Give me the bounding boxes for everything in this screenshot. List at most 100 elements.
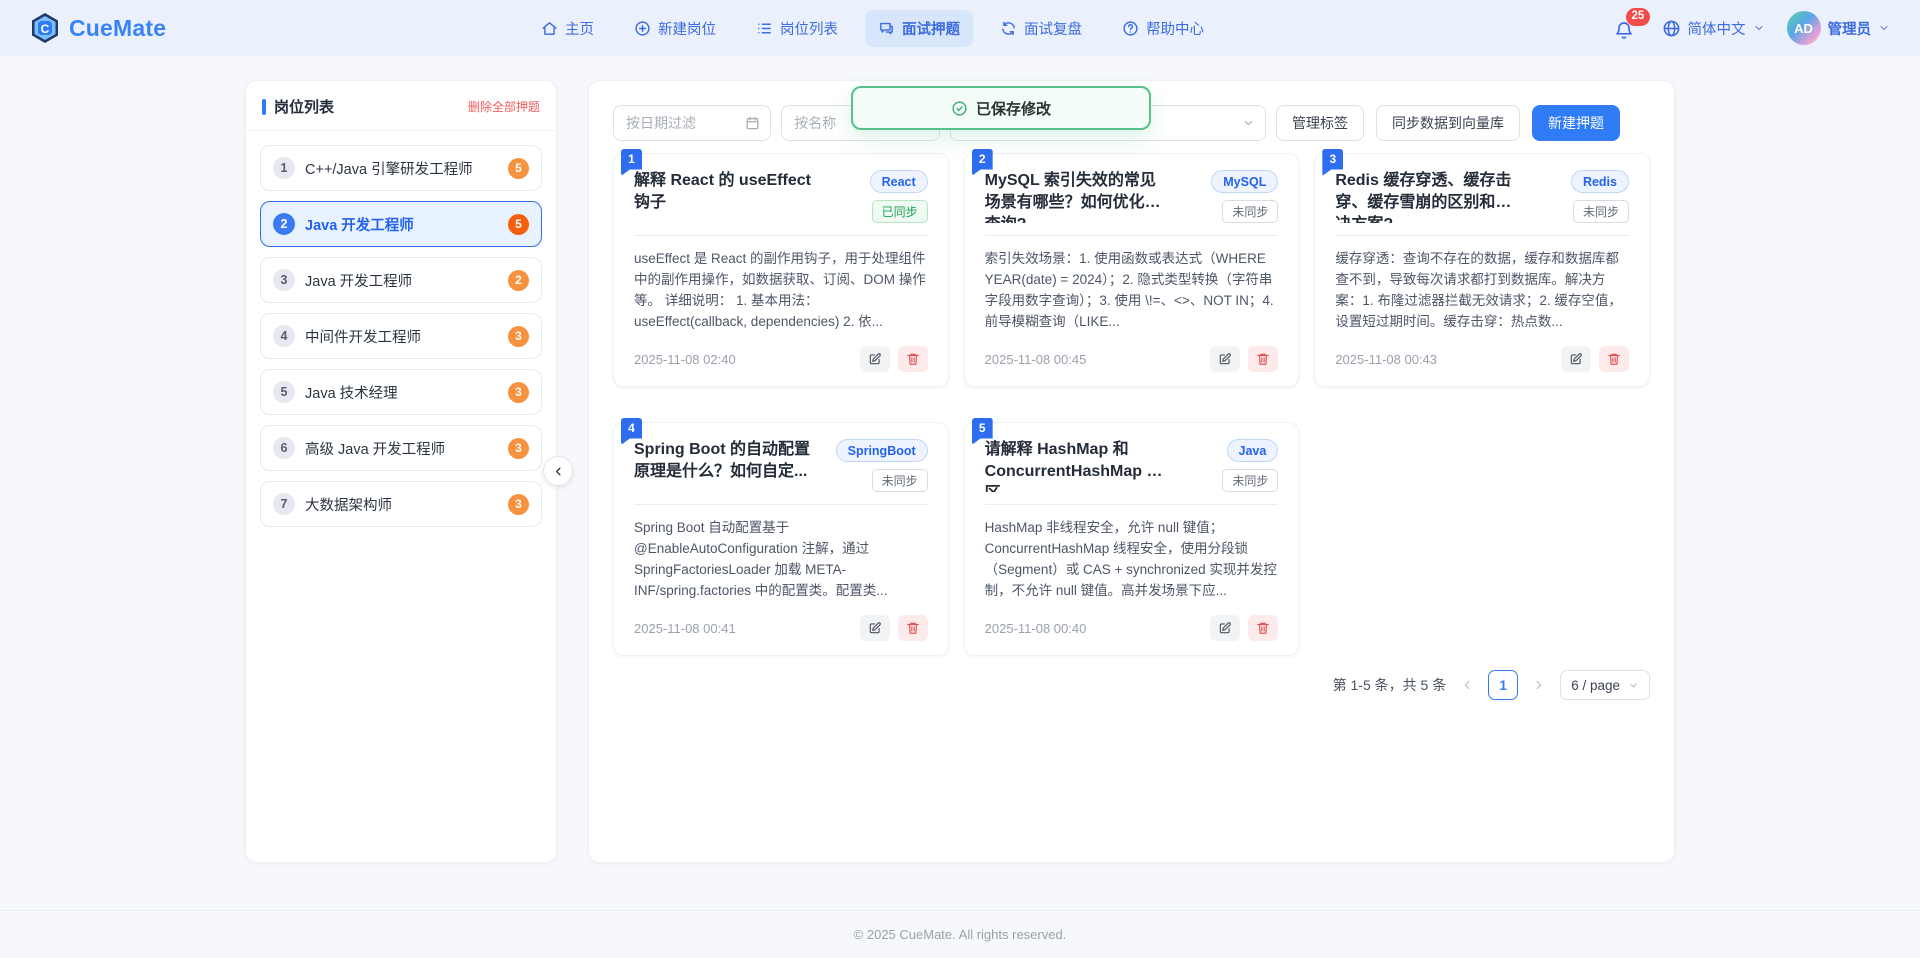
card-actions [1210, 615, 1278, 641]
edit-question-button[interactable] [1561, 346, 1591, 372]
job-list-title: 岗位列表 [274, 96, 334, 117]
nav-item-interview-questions[interactable]: 面试押题 [865, 10, 973, 47]
question-count-badge: 3 [508, 438, 529, 459]
question-card-grid: 1 解释 React 的 useEffect 钩子 React 已同步 useE… [613, 153, 1650, 656]
card-actions [860, 615, 928, 641]
nav-label: 主页 [565, 18, 594, 39]
page-number-button[interactable]: 1 [1488, 670, 1518, 700]
navbar-right: 25 简体中文 AD 管理员 [1614, 11, 1891, 45]
job-list-item[interactable]: 2 Java 开发工程师 5 [260, 201, 542, 247]
job-list-item[interactable]: 6 高级 Java 开发工程师 3 [260, 425, 542, 471]
question-pills: MySQL 未同步 [1174, 170, 1278, 223]
svg-text:C: C [41, 22, 50, 36]
job-index-badge: 6 [273, 437, 295, 459]
nav-label: 岗位列表 [780, 18, 838, 39]
pagination-summary: 第 1-5 条，共 5 条 [1333, 675, 1447, 695]
job-index-badge: 7 [273, 493, 295, 515]
tag-badge: React [870, 170, 928, 193]
edit-question-button[interactable] [1210, 346, 1240, 372]
sidebar-collapse-button[interactable] [543, 456, 573, 486]
delete-question-button[interactable] [1599, 346, 1629, 372]
nav-item-interview-review[interactable]: 面试复盘 [987, 10, 1095, 47]
notification-count-badge: 25 [1626, 8, 1651, 27]
card-divider [985, 235, 1279, 236]
question-count-badge: 5 [508, 158, 529, 179]
delete-all-questions-link[interactable]: 删除全部押题 [468, 98, 540, 115]
manage-tags-button[interactable]: 管理标签 [1276, 105, 1364, 141]
trash-icon [906, 621, 920, 635]
job-title-label: Java 技术经理 [305, 382, 398, 403]
question-title: 解释 React 的 useEffect 钩子 [634, 170, 814, 223]
question-count-badge: 2 [508, 270, 529, 291]
job-index-badge: 5 [273, 381, 295, 403]
job-list-item[interactable]: 3 Java 开发工程师 2 [260, 257, 542, 303]
question-card-footer: 2025-11-08 00:43 [1335, 332, 1629, 372]
nav-item-help-center[interactable]: 帮助中心 [1109, 10, 1217, 47]
new-question-button[interactable]: 新建押题 [1532, 105, 1620, 141]
page-size-select[interactable]: 6 / page [1560, 670, 1650, 700]
question-card: 2 MySQL 索引失效的常见场景有哪些？如何优化慢查询? MySQL 未同步 … [964, 153, 1300, 387]
job-list-item[interactable]: 5 Java 技术经理 3 [260, 369, 542, 415]
card-divider [634, 235, 928, 236]
question-date: 2025-11-08 00:40 [985, 621, 1087, 636]
tag-badge: SpringBoot [836, 439, 928, 462]
nav-label: 面试押题 [902, 18, 960, 39]
trash-icon [1607, 352, 1621, 366]
refresh-icon [1000, 20, 1017, 37]
brand-logo[interactable]: C CueMate [30, 12, 166, 44]
edit-question-button[interactable] [860, 346, 890, 372]
nav-label: 面试复盘 [1024, 18, 1082, 39]
notification-bell-button[interactable]: 25 [1614, 16, 1640, 41]
job-title-label: 高级 Java 开发工程师 [305, 438, 445, 459]
edit-icon [868, 352, 882, 366]
previous-page-button[interactable] [1460, 678, 1474, 692]
delete-question-button[interactable] [898, 346, 928, 372]
chevron-down-icon [1878, 22, 1890, 34]
title-accent-bar [262, 99, 266, 115]
list-icon [756, 20, 773, 37]
job-list-header: 岗位列表 删除全部押题 [246, 81, 556, 131]
question-title: MySQL 索引失效的常见场景有哪些？如何优化慢查询? [985, 170, 1165, 223]
main-nav: 主页 新建岗位 岗位列表 面试押题 面试复盘 [528, 0, 1217, 56]
sync-to-vector-store-button[interactable]: 同步数据到向量库 [1376, 105, 1520, 141]
delete-question-button[interactable] [1248, 615, 1278, 641]
nav-item-home[interactable]: 主页 [528, 10, 607, 47]
job-list-item[interactable]: 4 中间件开发工程师 3 [260, 313, 542, 359]
question-description: useEffect 是 React 的副作用钩子，用于处理组件中的副作用操作，如… [634, 248, 928, 332]
question-description: Spring Boot 自动配置基于 @EnableAutoConfigurat… [634, 517, 928, 601]
nav-label: 帮助中心 [1146, 18, 1204, 39]
nav-item-job-list[interactable]: 岗位列表 [743, 10, 851, 47]
edit-question-button[interactable] [860, 615, 890, 641]
job-list-item[interactable]: 7 大数据架构师 3 [260, 481, 542, 527]
nav-item-new-job[interactable]: 新建岗位 [621, 10, 729, 47]
question-card-header: Spring Boot 的自动配置原理是什么？如何自定... SpringBoo… [634, 439, 928, 492]
question-count-badge: 3 [508, 382, 529, 403]
save-success-toast: 已保存修改 [851, 86, 1151, 130]
top-navbar: C CueMate 主页 新建岗位 岗位列表 面试押 [0, 0, 1920, 56]
question-date: 2025-11-08 02:40 [634, 352, 736, 367]
language-label: 简体中文 [1688, 18, 1746, 39]
edit-icon [1218, 621, 1232, 635]
card-divider [1335, 235, 1629, 236]
user-menu[interactable]: AD 管理员 [1787, 11, 1891, 45]
edit-question-button[interactable] [1210, 615, 1240, 641]
delete-question-button[interactable] [898, 615, 928, 641]
question-card-footer: 2025-11-08 00:40 [985, 601, 1279, 641]
next-page-button[interactable] [1532, 678, 1546, 692]
avatar: AD [1787, 11, 1821, 45]
job-title-label: C++/Java 引擎研发工程师 [305, 158, 473, 179]
date-filter-field [613, 105, 771, 141]
trash-icon [1256, 621, 1270, 635]
language-selector[interactable]: 简体中文 [1662, 18, 1765, 39]
trash-icon [1256, 352, 1270, 366]
card-divider [985, 504, 1279, 505]
question-title: Spring Boot 的自动配置原理是什么？如何自定... [634, 439, 814, 492]
nav-label: 新建岗位 [658, 18, 716, 39]
sync-status-badge: 未同步 [1573, 200, 1629, 223]
question-card-header: 请解释 HashMap 和 ConcurrentHashMap 的区... Ja… [985, 439, 1279, 492]
delete-question-button[interactable] [1248, 346, 1278, 372]
job-list-item[interactable]: 1 C++/Java 引擎研发工程师 5 [260, 145, 542, 191]
question-card: 5 请解释 HashMap 和 ConcurrentHashMap 的区... … [964, 422, 1300, 656]
plus-circle-icon [634, 20, 651, 37]
trash-icon [906, 352, 920, 366]
